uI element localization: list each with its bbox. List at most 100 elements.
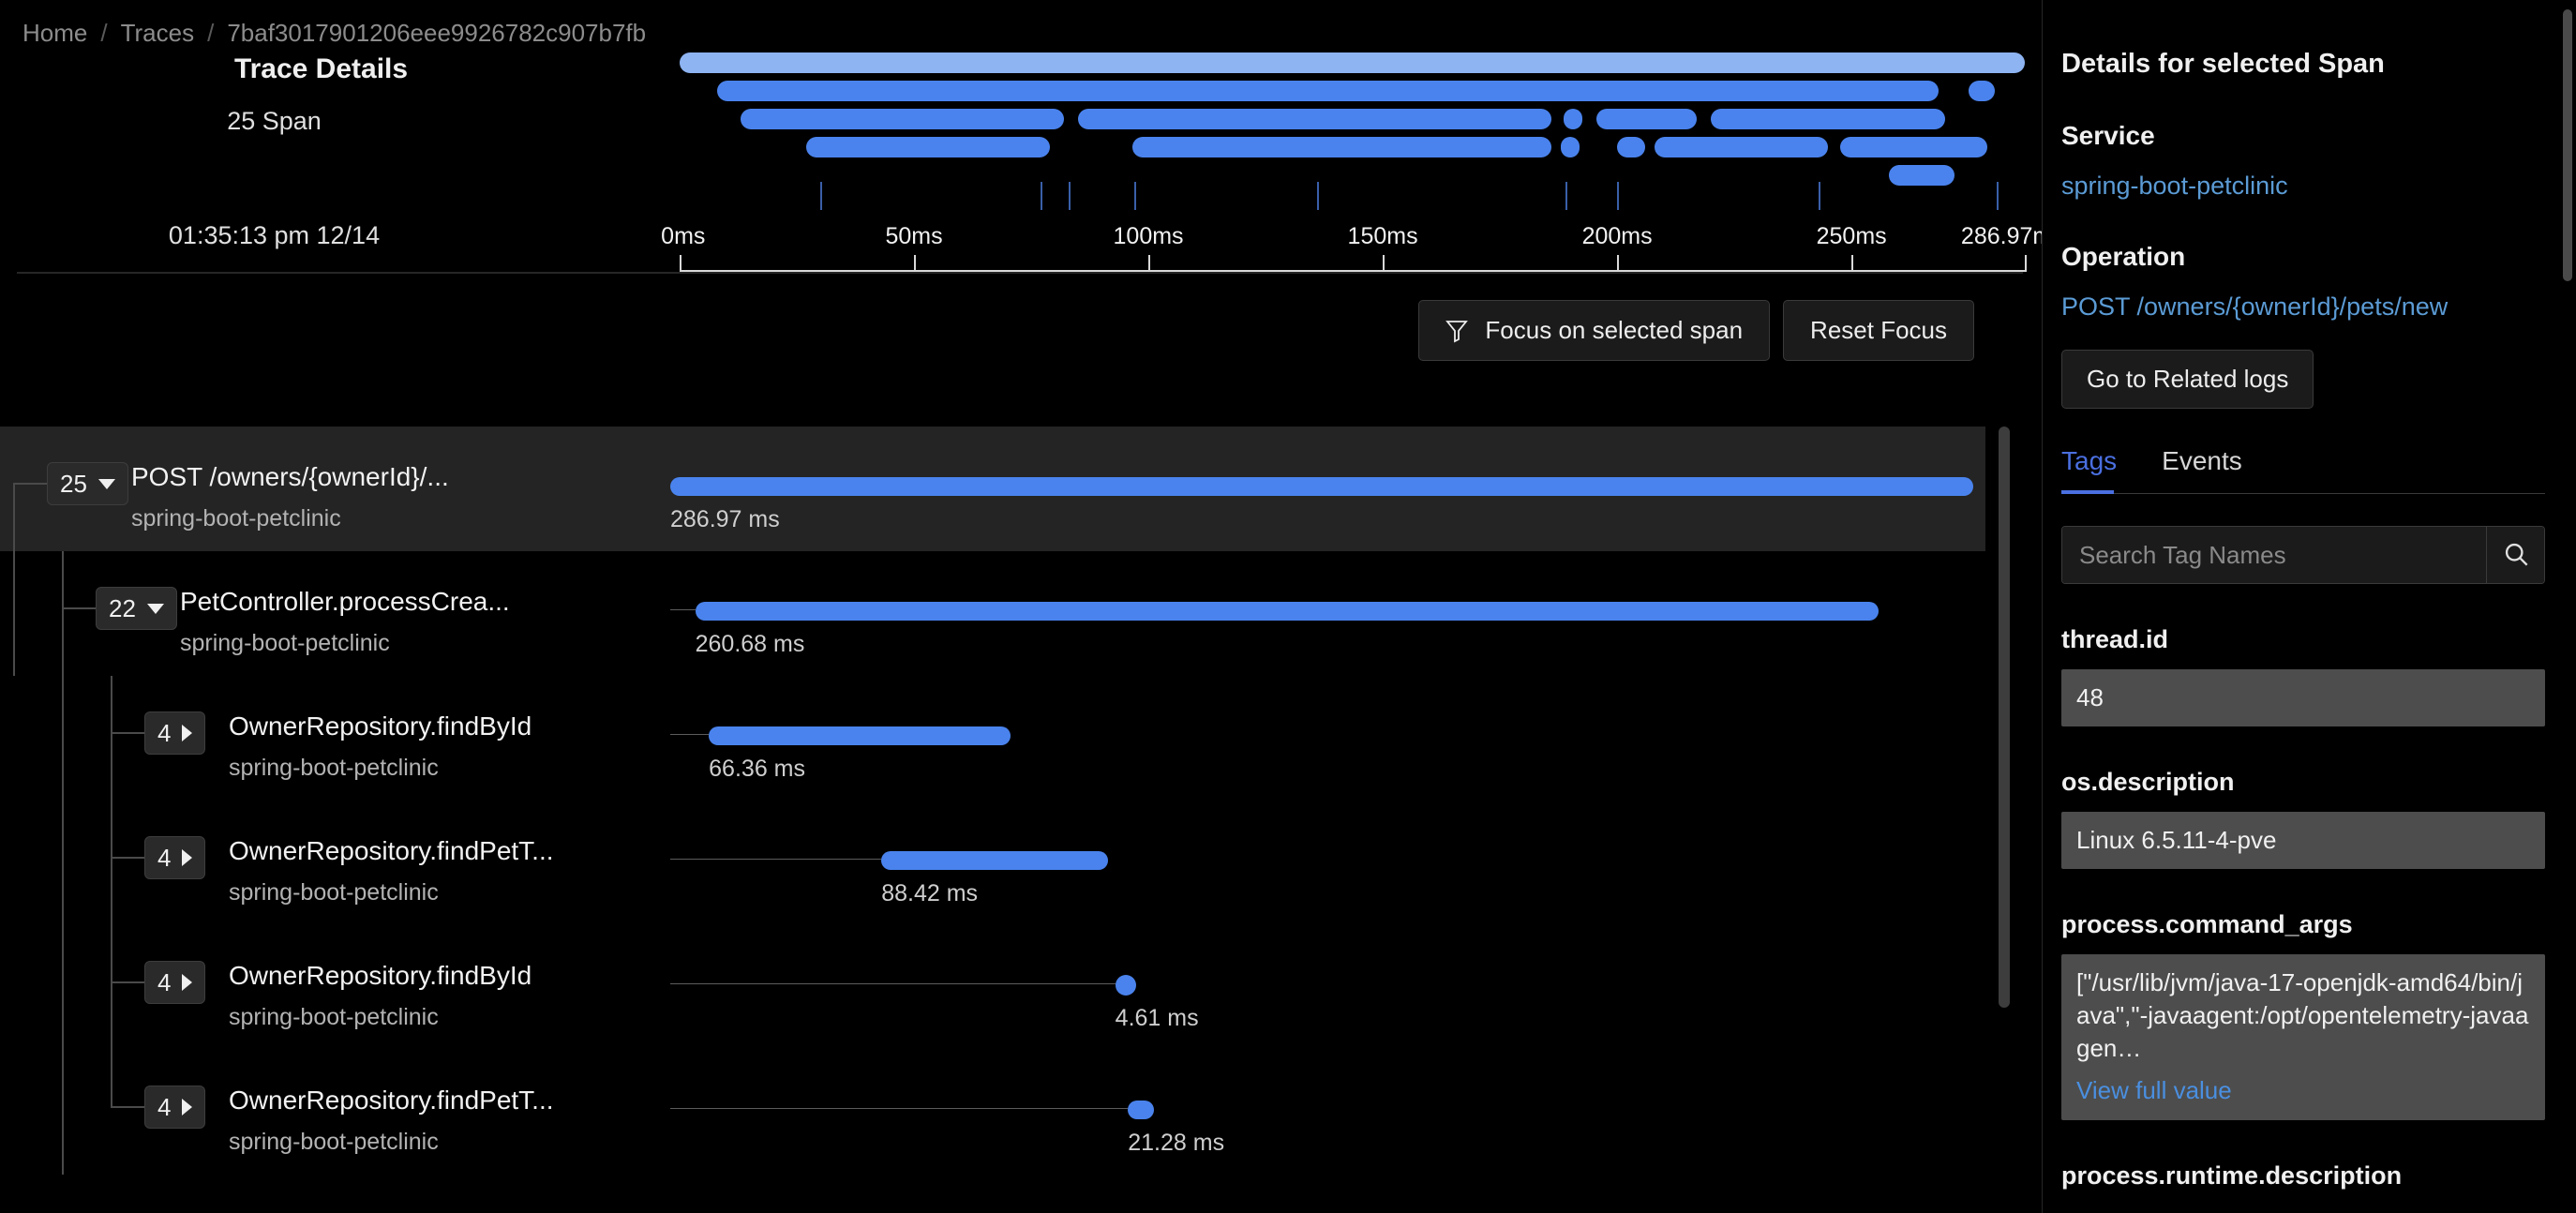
- minimap-tick: [1819, 182, 1821, 210]
- chevron-right-icon: [182, 1099, 193, 1116]
- span-duration-bar[interactable]: [709, 726, 1011, 745]
- minimap-bar: [717, 81, 1939, 101]
- minimap-bar: [680, 52, 2025, 73]
- tree-connector-horizontal: [111, 981, 144, 983]
- tab-events[interactable]: Events: [2162, 446, 2242, 493]
- span-name[interactable]: OwnerRepository.findById: [229, 711, 532, 741]
- span-row[interactable]: 4 OwnerRepository.findPetT... spring-boot-…: [0, 1050, 1985, 1175]
- waterfall-scrollbar[interactable]: [1999, 427, 2010, 1008]
- axis-tick-mark: [1851, 255, 1854, 272]
- span-row[interactable]: 22 PetController.processCrea... spring-boo…: [0, 551, 1985, 676]
- search-tag-names-input[interactable]: [2062, 527, 2486, 583]
- search-button[interactable]: [2486, 527, 2544, 583]
- tag-key: os.description: [2061, 768, 2235, 797]
- minimap-bar: [1839, 137, 1988, 157]
- span-child-count: 25: [60, 470, 87, 498]
- span-duration-bar[interactable]: [1128, 1101, 1155, 1119]
- focus-toolbar: Focus on selected span Reset Focus: [1418, 300, 1974, 361]
- axis-tick-label: 150ms: [1347, 223, 1418, 249]
- span-bar-area: 66.36 ms: [670, 676, 1985, 801]
- span-details-panel: Details for selected Span Service spring…: [2042, 0, 2576, 1213]
- span-service-name: spring-boot-petclinic: [229, 755, 439, 781]
- span-row[interactable]: 4 OwnerRepository.findById spring-boot-pet…: [0, 676, 1985, 801]
- chevron-right-icon: [182, 725, 193, 741]
- span-bar-area: 286.97 ms: [670, 427, 1985, 551]
- funnel-icon: [1445, 319, 1469, 343]
- span-name[interactable]: OwnerRepository.findPetT...: [229, 836, 554, 866]
- span-name[interactable]: OwnerRepository.findById: [229, 961, 532, 991]
- minimap-tick: [1617, 182, 1620, 210]
- search-icon: [2503, 541, 2529, 570]
- span-duration-bar[interactable]: [695, 602, 1880, 621]
- span-waterfall[interactable]: 25 POST /owners/{ownerId}/... spring-boot-…: [0, 427, 2042, 1213]
- span-bar-area: 21.28 ms: [670, 1050, 1985, 1175]
- span-child-count-toggle[interactable]: 25: [47, 462, 128, 505]
- view-full-value-link[interactable]: View full value: [2076, 1074, 2530, 1107]
- tree-connector-vertical: [111, 676, 112, 801]
- minimap-track[interactable]: [680, 43, 2025, 221]
- trace-header: Trace Details 25 Span 01:35:13 pm 12/14 …: [0, 43, 2042, 272]
- service-value-link[interactable]: spring-boot-petclinic: [2061, 172, 2545, 201]
- minimap-bar: [1078, 109, 1552, 129]
- span-child-count-toggle[interactable]: 4: [144, 836, 206, 879]
- span-child-count-toggle[interactable]: 4: [144, 711, 206, 755]
- operation-value-link[interactable]: POST /owners/{ownerId}/pets/new: [2061, 292, 2545, 322]
- trace-details-page: Home / Traces / 7baf3017901206eee9926782…: [0, 0, 2576, 1213]
- tree-connector-horizontal: [111, 857, 144, 859]
- tree-connector-horizontal: [111, 732, 144, 734]
- tab-tags[interactable]: Tags: [2061, 446, 2117, 493]
- axis-tick-mark: [680, 255, 681, 272]
- timeline-axis: 0ms 50ms 100ms 150ms 200ms 250ms 286.97ms: [661, 221, 2042, 311]
- tree-connector-parent: [62, 925, 64, 1050]
- span-child-count: 4: [157, 968, 172, 996]
- axis-tick-labels: 0ms 50ms 100ms 150ms 200ms 250ms 286.97ms: [661, 221, 2042, 259]
- minimap-tick: [1041, 182, 1043, 210]
- span-bar-area: 88.42 ms: [670, 801, 1985, 925]
- chevron-down-icon: [97, 478, 115, 489]
- details-tabs: Tags Events: [2061, 446, 2545, 494]
- span-leading-line: [670, 734, 710, 735]
- span-duration-label: 286.97 ms: [670, 506, 780, 532]
- tree-connector-vertical: [62, 551, 64, 676]
- span-row[interactable]: 25 POST /owners/{ownerId}/... spring-boot-…: [0, 427, 1985, 607]
- span-child-count-toggle[interactable]: 22: [96, 587, 177, 630]
- span-row[interactable]: 4 OwnerRepository.findPetT... spring-boot-…: [0, 801, 1985, 925]
- related-logs-label: Go to Related logs: [2087, 365, 2289, 393]
- span-row[interactable]: 4 OwnerRepository.findById spring-boot-pet…: [0, 925, 1985, 1050]
- focus-on-selected-span-button[interactable]: Focus on selected span: [1418, 300, 1771, 361]
- axis-tick-mark: [2025, 255, 2027, 272]
- span-leading-line: [670, 609, 696, 610]
- go-to-related-logs-button[interactable]: Go to Related logs: [2061, 350, 2314, 409]
- span-child-count-toggle[interactable]: 4: [144, 961, 206, 1004]
- trace-minimap[interactable]: [670, 43, 2034, 221]
- tree-connector-parent: [13, 551, 15, 676]
- span-service-name: spring-boot-petclinic: [229, 879, 439, 906]
- reset-button-label: Reset Focus: [1810, 316, 1947, 344]
- header-divider: [17, 272, 2023, 274]
- span-duration-bar[interactable]: [670, 477, 1973, 496]
- tag-list: thread.id 48 os.description Linux 6.5.11-4-…: [2061, 625, 2545, 1191]
- minimap-bar: [1595, 109, 1698, 129]
- minimap-tick: [1565, 182, 1568, 210]
- span-duration-bar[interactable]: [881, 851, 1109, 870]
- trace-main-column: Home / Traces / 7baf3017901206eee9926782…: [0, 0, 2042, 1213]
- focus-button-label: Focus on selected span: [1485, 316, 1744, 344]
- span-child-count: 4: [157, 844, 172, 872]
- minimap-bar: [1131, 137, 1552, 157]
- details-panel-scrollbar[interactable]: [2563, 9, 2572, 281]
- span-details-content: Details for selected Span Service spring…: [2043, 0, 2564, 1191]
- span-name[interactable]: OwnerRepository.findPetT...: [229, 1086, 554, 1116]
- reset-focus-button[interactable]: Reset Focus: [1783, 300, 1974, 361]
- axis-tick-label: 200ms: [1581, 223, 1653, 249]
- minimap-bar: [741, 109, 1065, 129]
- minimap-bar: [1563, 109, 1582, 129]
- span-name[interactable]: POST /owners/{ownerId}/...: [131, 462, 449, 492]
- span-child-count: 4: [157, 719, 172, 747]
- span-name[interactable]: PetController.processCrea...: [180, 587, 510, 617]
- service-label: Service: [2061, 121, 2155, 150]
- span-duration-label: 260.68 ms: [695, 631, 805, 657]
- tree-connector-horizontal: [13, 483, 47, 485]
- span-duration-bar[interactable]: [1115, 975, 1136, 996]
- span-child-count-toggle[interactable]: 4: [144, 1086, 206, 1129]
- span-bar-area: 260.68 ms: [670, 551, 1985, 676]
